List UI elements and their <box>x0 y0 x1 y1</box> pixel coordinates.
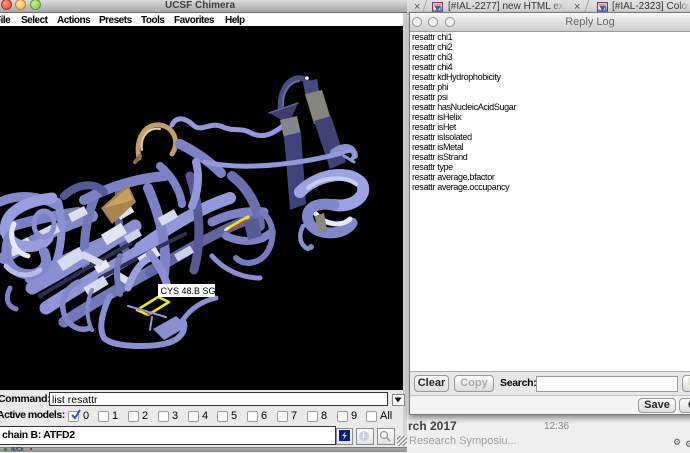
svg-text:CYS 48.B SG: CYS 48.B SG <box>161 286 216 296</box>
